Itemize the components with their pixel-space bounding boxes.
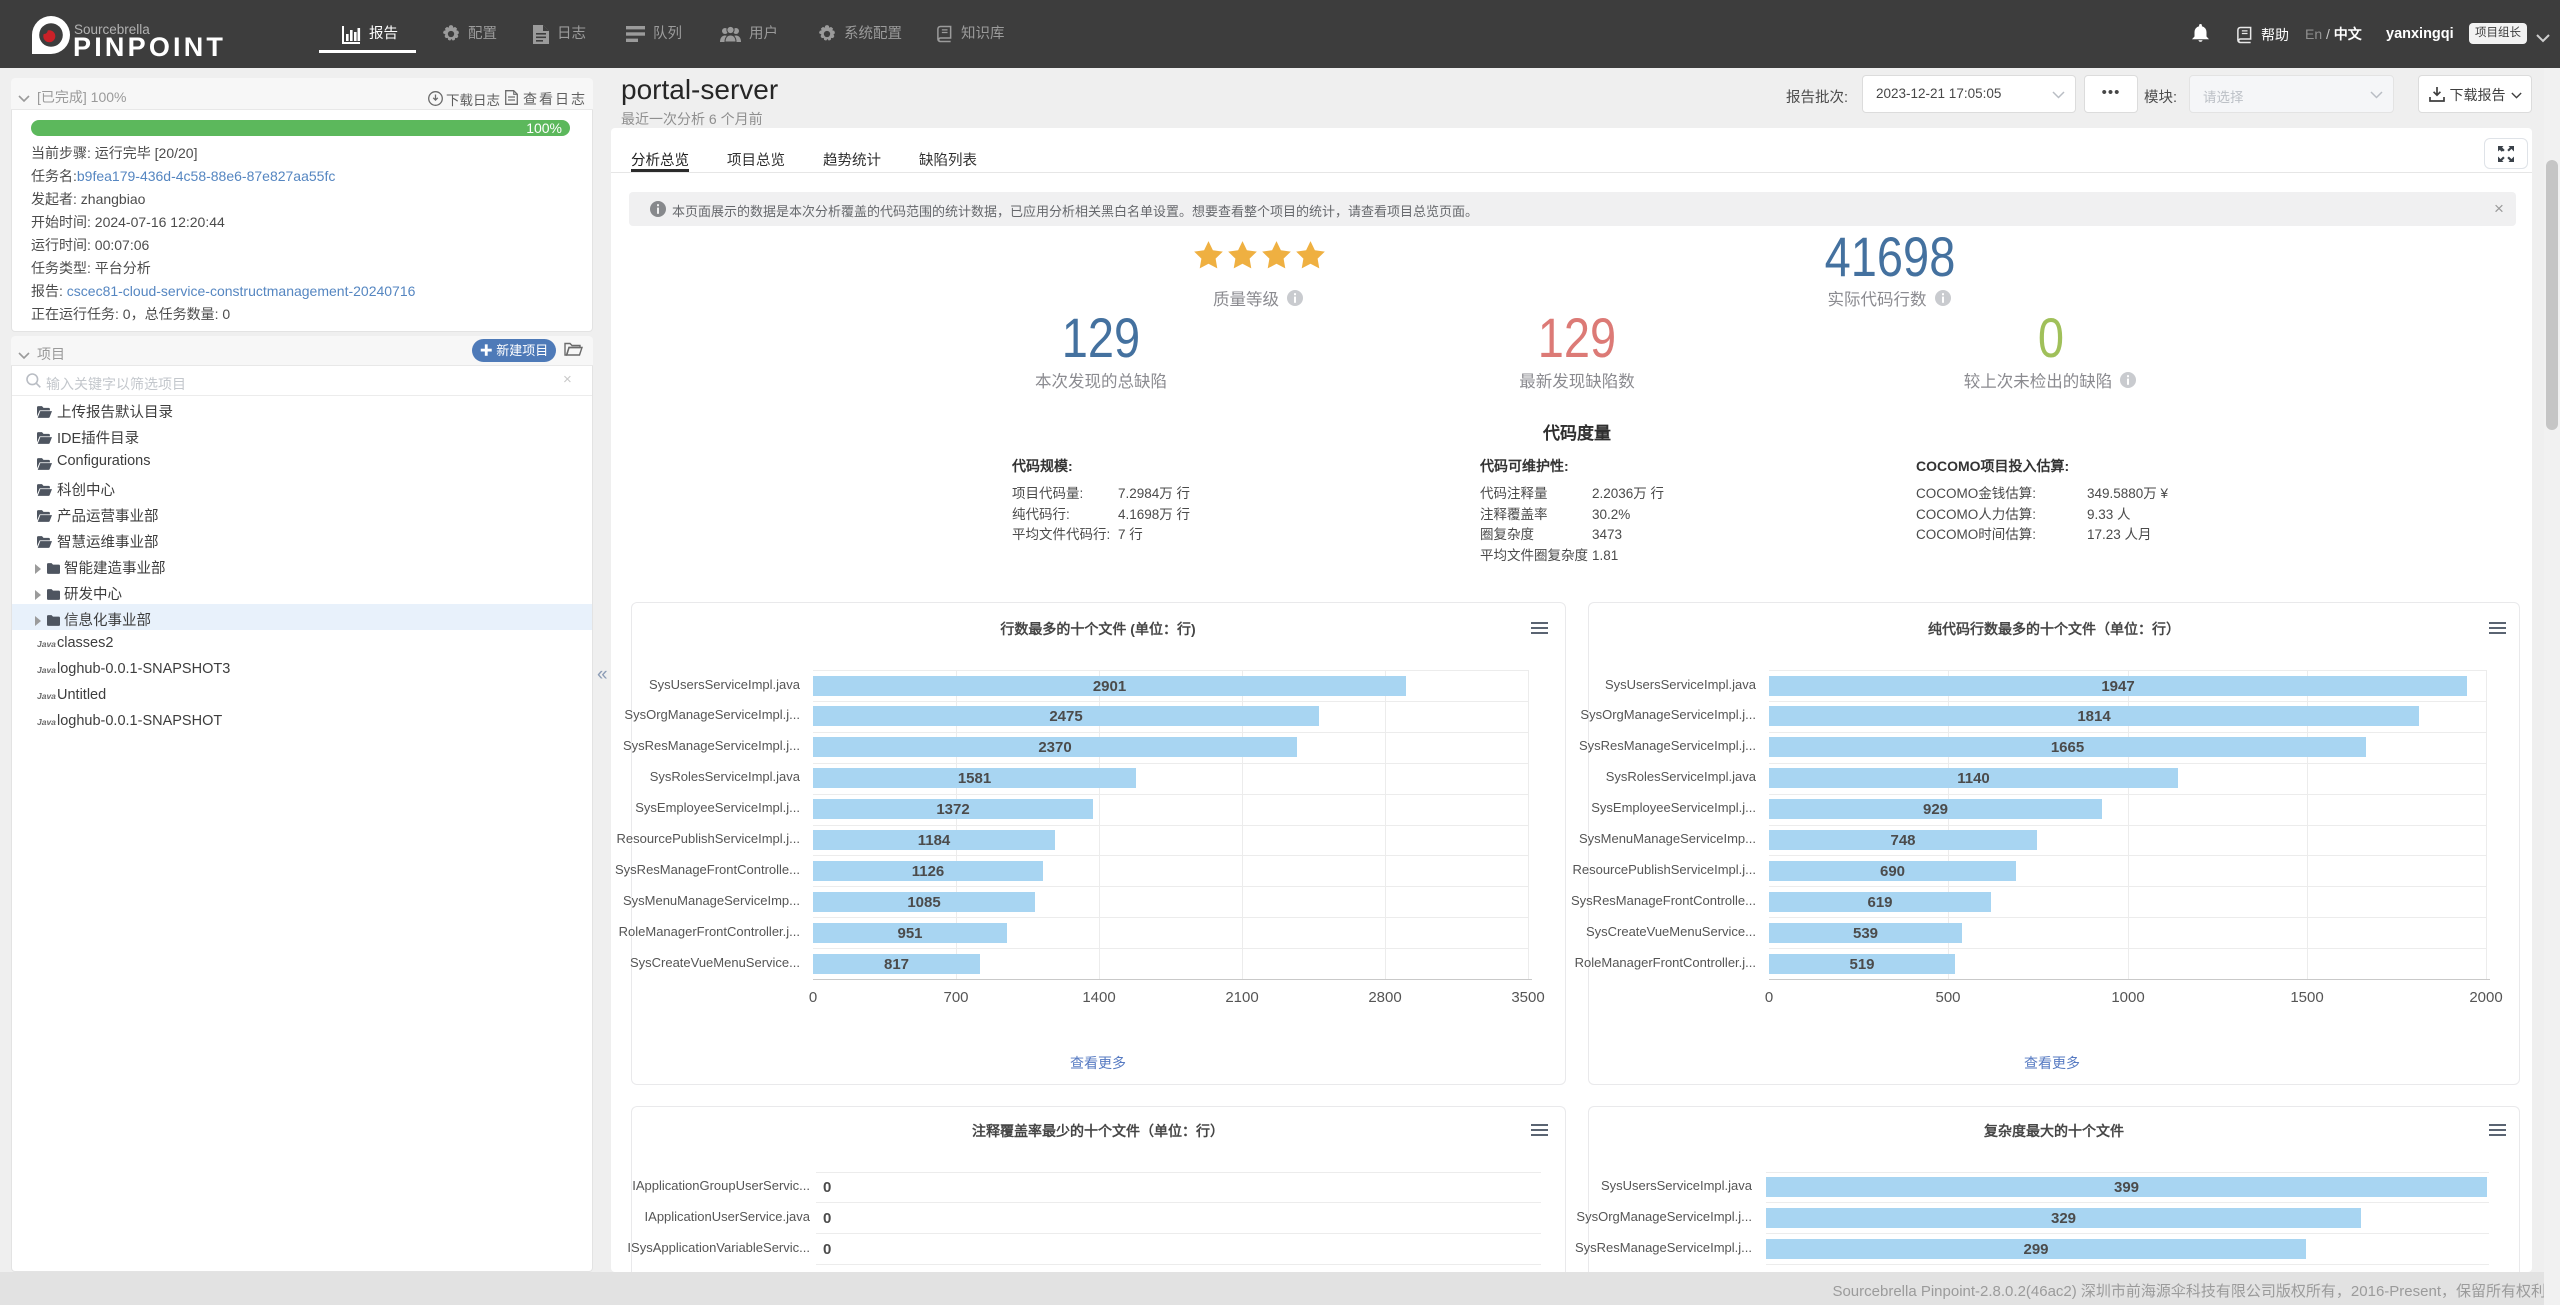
svg-text:PINPOINT: PINPOINT <box>73 32 226 62</box>
